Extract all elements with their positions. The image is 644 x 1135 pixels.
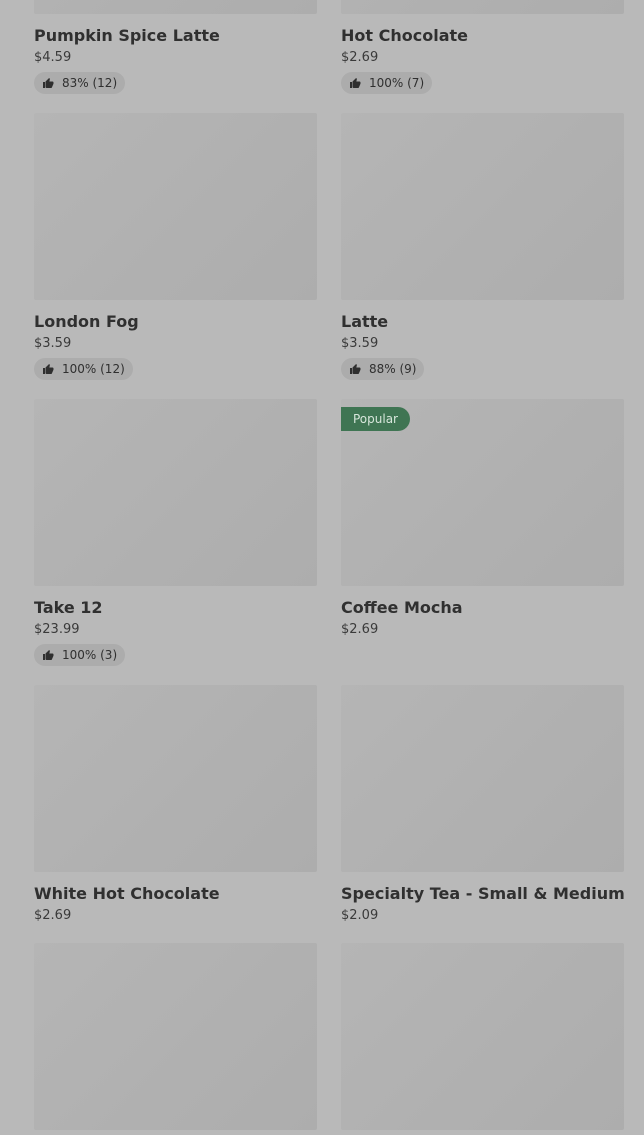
menu-item-price: $2.69 bbox=[34, 908, 72, 923]
menu-item-card[interactable] bbox=[34, 943, 317, 1130]
menu-item-title[interactable]: Coffee Mocha bbox=[341, 597, 624, 619]
menu-item-title[interactable]: Take 12 bbox=[34, 597, 317, 619]
menu-item-title[interactable]: White Hot Chocolate bbox=[34, 883, 317, 905]
rating-pill: 100% (12) bbox=[34, 358, 133, 380]
menu-item-image[interactable] bbox=[341, 685, 624, 872]
menu-item-price: $3.59 bbox=[341, 336, 379, 351]
thumbs-up-icon bbox=[42, 77, 54, 89]
menu-item-price: $2.09 bbox=[341, 908, 379, 923]
rating-text: 83% (12) bbox=[62, 76, 118, 90]
menu-item-price: $23.99 bbox=[34, 622, 80, 637]
menu-item-image[interactable] bbox=[34, 943, 317, 1130]
menu-item-card[interactable] bbox=[341, 943, 624, 1130]
thumbs-up-icon bbox=[42, 363, 54, 375]
menu-item-title[interactable]: Specialty Tea - Small & Medium bbox=[341, 883, 625, 905]
menu-item-card[interactable]: Latte $3.59 88% (9) bbox=[341, 113, 624, 380]
menu-item-title[interactable]: Hot Chocolate bbox=[341, 25, 624, 47]
menu-item-card[interactable]: London Fog $3.59 100% (12) bbox=[34, 113, 317, 380]
rating-pill: 100% (7) bbox=[341, 72, 433, 94]
rating-pill: 100% (3) bbox=[34, 644, 126, 666]
menu-item-price: $4.59 bbox=[34, 50, 72, 65]
menu-item-title[interactable]: Pumpkin Spice Latte bbox=[34, 25, 317, 47]
menu-item-card[interactable]: Pumpkin Spice Latte $4.59 83% (12) bbox=[34, 0, 317, 94]
menu-item-image[interactable] bbox=[341, 0, 624, 14]
menu-item-card[interactable]: Hot Chocolate $2.69 100% (7) bbox=[341, 0, 624, 94]
menu-item-image[interactable] bbox=[34, 399, 317, 586]
menu-item-price: $2.69 bbox=[341, 50, 379, 65]
popular-badge: Popular bbox=[341, 407, 410, 431]
thumbs-up-icon bbox=[42, 649, 54, 661]
menu-item-card[interactable]: Popular Coffee Mocha $2.69 bbox=[341, 399, 624, 640]
menu-item-image[interactable] bbox=[34, 685, 317, 872]
menu-item-image[interactable] bbox=[34, 0, 317, 14]
menu-item-card[interactable]: White Hot Chocolate $2.69 bbox=[34, 685, 317, 926]
menu-item-card[interactable]: Take 12 $23.99 100% (3) bbox=[34, 399, 317, 666]
rating-text: 100% (3) bbox=[62, 648, 118, 662]
menu-item-card[interactable]: Specialty Tea - Small & Medium $2.09 bbox=[341, 685, 625, 926]
menu-item-image[interactable] bbox=[34, 113, 317, 300]
menu-item-image[interactable] bbox=[341, 113, 624, 300]
rating-text: 100% (7) bbox=[369, 76, 425, 90]
menu-item-title[interactable]: Latte bbox=[341, 311, 624, 333]
menu-item-price: $3.59 bbox=[34, 336, 72, 351]
rating-text: 100% (12) bbox=[62, 362, 125, 376]
rating-text: 88% (9) bbox=[369, 362, 417, 376]
thumbs-up-icon bbox=[349, 77, 361, 89]
rating-pill: 83% (12) bbox=[34, 72, 126, 94]
menu-item-price: $2.69 bbox=[341, 622, 379, 637]
thumbs-up-icon bbox=[349, 363, 361, 375]
menu-item-image[interactable] bbox=[341, 943, 624, 1130]
menu-item-image[interactable]: Popular bbox=[341, 399, 624, 586]
rating-pill: 88% (9) bbox=[341, 358, 425, 380]
menu-item-title[interactable]: London Fog bbox=[34, 311, 317, 333]
